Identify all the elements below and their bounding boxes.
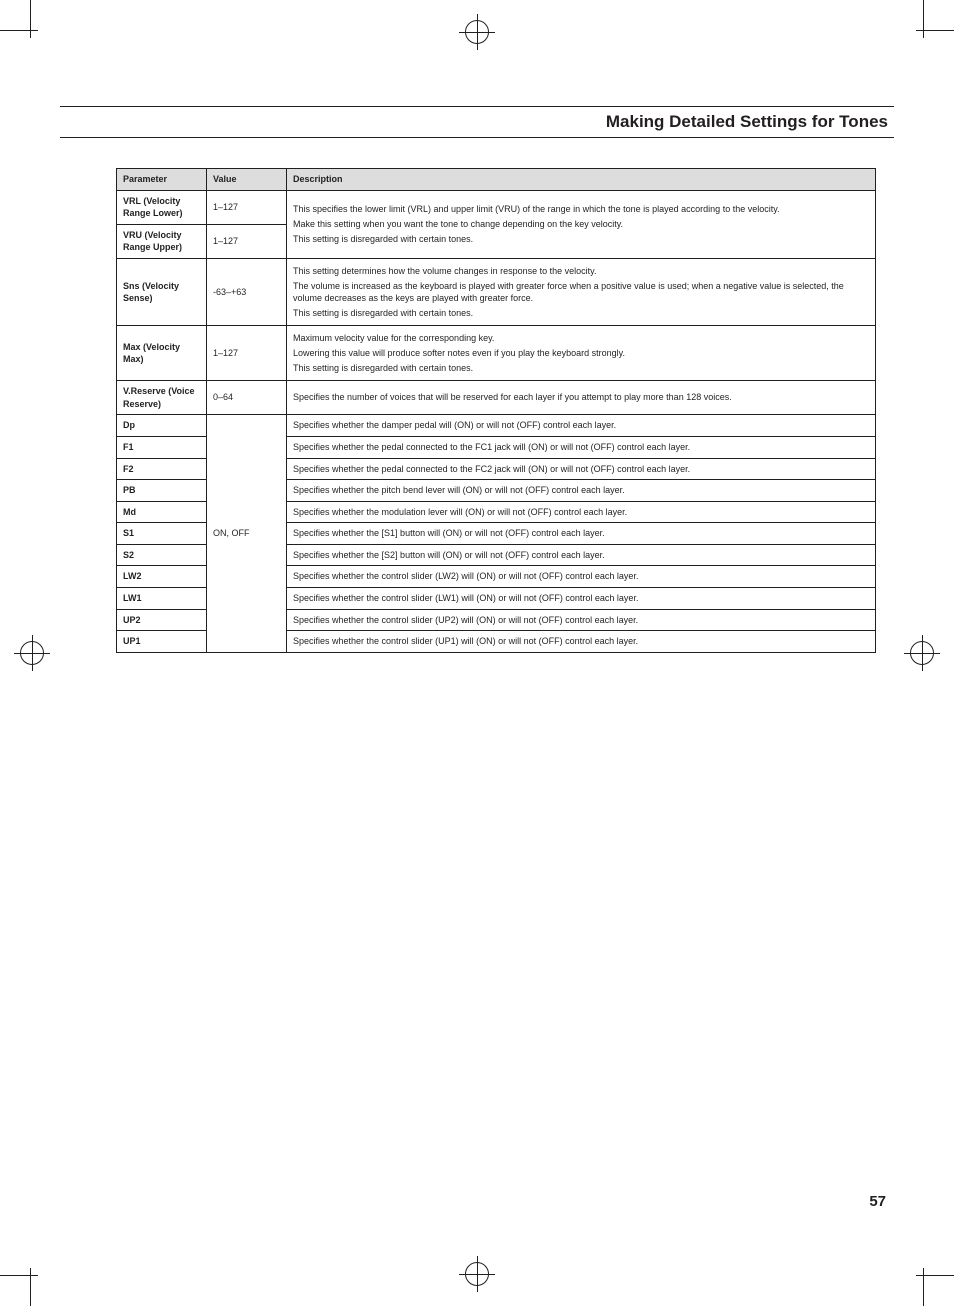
crop-mark: [916, 30, 954, 31]
crop-mark: [0, 1275, 38, 1276]
param-cell: LW2: [117, 566, 207, 588]
param-cell: VRL (Velocity Range Lower): [117, 190, 207, 224]
desc-cell: This setting determines how the volume c…: [287, 258, 876, 325]
desc-cell: Specifies whether the modulation lever w…: [287, 501, 876, 523]
table-row: VRL (Velocity Range Lower) 1–127 This sp…: [117, 190, 876, 224]
value-cell: 0–64: [207, 381, 287, 415]
crop-mark: [916, 1275, 954, 1276]
desc-line: Make this setting when you want the tone…: [293, 218, 869, 231]
desc-cell: Specifies whether the [S1] button will (…: [287, 523, 876, 545]
param-cell: Dp: [117, 415, 207, 437]
desc-cell: Specifies whether the damper pedal will …: [287, 415, 876, 437]
registration-mark-icon: [910, 641, 934, 665]
desc-cell: Specifies the number of voices that will…: [287, 381, 876, 415]
desc-cell: Specifies whether the control slider (LW…: [287, 566, 876, 588]
param-cell: V.Reserve (Voice Reserve): [117, 381, 207, 415]
crop-mark: [0, 30, 38, 31]
page-number: 57: [869, 1193, 886, 1210]
param-cell: UP2: [117, 609, 207, 631]
registration-mark-icon: [465, 20, 489, 44]
registration-mark-icon: [20, 641, 44, 665]
desc-cell: Specifies whether the pedal connected to…: [287, 458, 876, 480]
param-cell: UP1: [117, 631, 207, 653]
parameter-table-wrap: Parameter Value Description VRL (Velocit…: [116, 168, 876, 653]
desc-cell: Specifies whether the [S2] button will (…: [287, 544, 876, 566]
desc-line: Lowering this value will produce softer …: [293, 347, 869, 360]
value-cell: -63–+63: [207, 258, 287, 325]
desc-cell: Specifies whether the pitch bend lever w…: [287, 480, 876, 502]
desc-line: Maximum velocity value for the correspon…: [293, 332, 869, 345]
desc-line: This setting is disregarded with certain…: [293, 307, 869, 320]
crop-mark: [923, 1268, 924, 1306]
desc-line: The volume is increased as the keyboard …: [293, 280, 869, 305]
param-cell: F2: [117, 458, 207, 480]
desc-cell: Specifies whether the pedal connected to…: [287, 436, 876, 458]
table-row: V.Reserve (Voice Reserve) 0–64 Specifies…: [117, 381, 876, 415]
registration-mark-icon: [465, 1262, 489, 1286]
crop-mark: [30, 1268, 31, 1306]
param-cell: F1: [117, 436, 207, 458]
param-cell: VRU (Velocity Range Upper): [117, 224, 207, 258]
page-header: Making Detailed Settings for Tones: [60, 106, 894, 138]
page-title: Making Detailed Settings for Tones: [606, 112, 888, 132]
param-cell: LW1: [117, 588, 207, 610]
desc-cell: This specifies the lower limit (VRL) and…: [287, 190, 876, 258]
param-cell: Max (Velocity Max): [117, 326, 207, 381]
desc-line: This setting is disregarded with certain…: [293, 233, 869, 246]
param-cell: PB: [117, 480, 207, 502]
param-cell: Md: [117, 501, 207, 523]
desc-cell: Maximum velocity value for the correspon…: [287, 326, 876, 381]
header-value: Value: [207, 169, 287, 191]
page-content: Making Detailed Settings for Tones Param…: [60, 60, 894, 1246]
value-cell: ON, OFF: [207, 415, 287, 653]
value-cell: 1–127: [207, 190, 287, 224]
desc-line: This setting determines how the volume c…: [293, 265, 869, 278]
table-row: Sns (Velocity Sense) -63–+63 This settin…: [117, 258, 876, 325]
table-row: Max (Velocity Max) 1–127 Maximum velocit…: [117, 326, 876, 381]
desc-line: This specifies the lower limit (VRL) and…: [293, 203, 869, 216]
crop-mark: [30, 0, 31, 38]
table-row: Dp ON, OFF Specifies whether the damper …: [117, 415, 876, 437]
param-cell: Sns (Velocity Sense): [117, 258, 207, 325]
header-description: Description: [287, 169, 876, 191]
value-cell: 1–127: [207, 224, 287, 258]
param-cell: S1: [117, 523, 207, 545]
desc-cell: Specifies whether the control slider (UP…: [287, 609, 876, 631]
desc-cell: Specifies whether the control slider (LW…: [287, 588, 876, 610]
desc-cell: Specifies whether the control slider (UP…: [287, 631, 876, 653]
header-parameter: Parameter: [117, 169, 207, 191]
desc-line: This setting is disregarded with certain…: [293, 362, 869, 375]
crop-mark: [923, 0, 924, 38]
param-cell: S2: [117, 544, 207, 566]
parameter-table: Parameter Value Description VRL (Velocit…: [116, 168, 876, 653]
value-cell: 1–127: [207, 326, 287, 381]
